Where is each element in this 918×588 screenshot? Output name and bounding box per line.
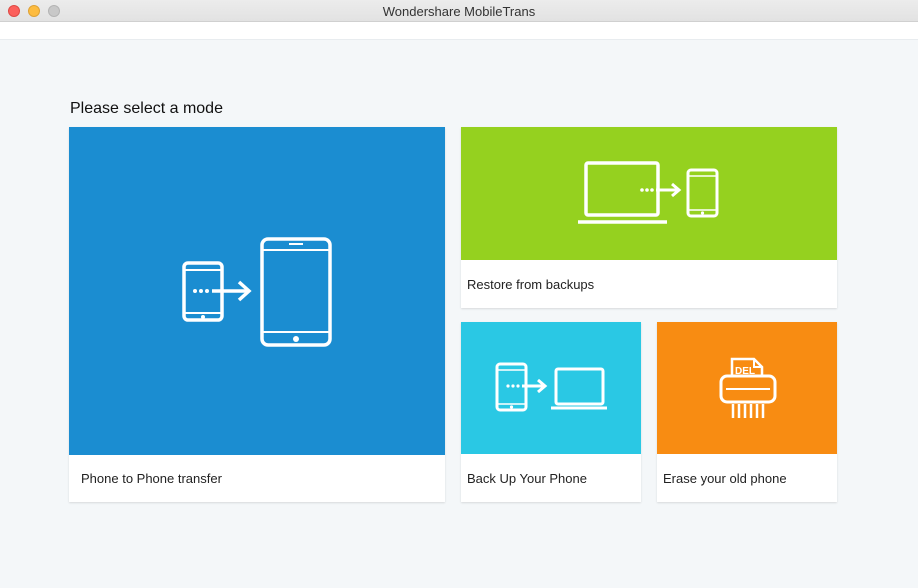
phone-to-phone-icon <box>182 237 332 347</box>
erase-phone-card[interactable]: DEL Erase your old phone <box>657 322 837 502</box>
erase-phone-art: DEL <box>657 322 837 454</box>
laptop-to-phone-icon <box>578 161 719 224</box>
phone-to-phone-label: Phone to Phone transfer <box>81 470 222 486</box>
backup-phone-label: Back Up Your Phone <box>467 470 587 486</box>
restore-backups-art <box>461 127 837 260</box>
phone-to-phone-card[interactable]: Phone to Phone transfer <box>69 127 445 502</box>
page-heading: Please select a mode <box>70 100 223 117</box>
phone-to-phone-art <box>69 127 445 455</box>
restore-backups-label: Restore from backups <box>467 276 595 292</box>
shredder-icon: DEL <box>719 357 777 418</box>
restore-backups-card[interactable]: Restore from backups <box>461 127 837 308</box>
window-title: Wondershare MobileTrans <box>382 4 536 19</box>
phone-to-laptop-icon <box>495 362 607 412</box>
title-bar: Wondershare MobileTrans <box>0 0 918 22</box>
erase-phone-label: Erase your old phone <box>663 470 787 486</box>
backup-phone-card[interactable]: Back Up Your Phone <box>461 322 641 502</box>
toolbar-strip <box>0 22 918 40</box>
backup-phone-art <box>461 322 641 454</box>
